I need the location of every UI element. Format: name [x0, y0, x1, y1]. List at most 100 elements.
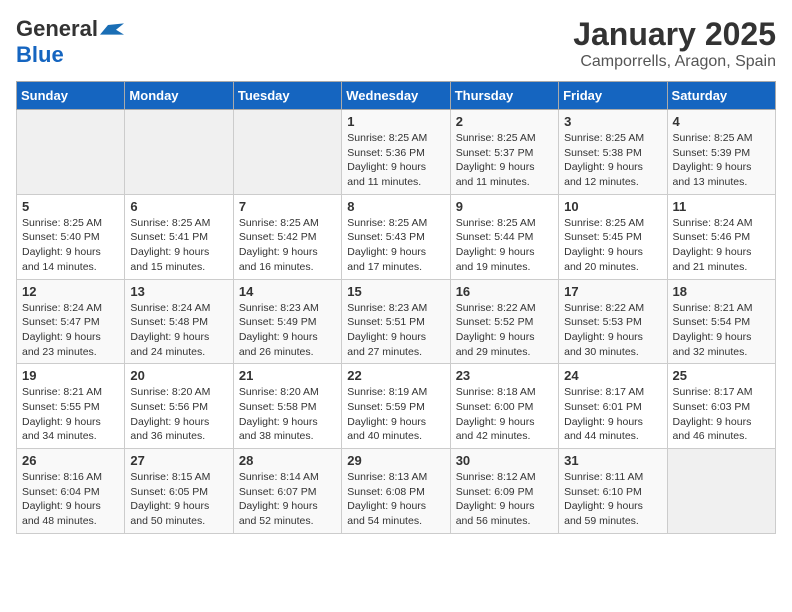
calendar-cell: 24 Sunrise: 8:17 AM Sunset: 6:01 PM Dayli…	[559, 364, 667, 449]
month-title: January 2025	[573, 16, 776, 53]
logo-blue: Blue	[16, 42, 64, 67]
calendar-cell: 6 Sunrise: 8:25 AM Sunset: 5:41 PM Daylig…	[125, 194, 233, 279]
calendar-cell: 9 Sunrise: 8:25 AM Sunset: 5:44 PM Daylig…	[450, 194, 558, 279]
day-number: 16	[456, 284, 553, 299]
calendar-cell: 28 Sunrise: 8:14 AM Sunset: 6:07 PM Dayli…	[233, 449, 341, 534]
day-number: 17	[564, 284, 661, 299]
day-info: Sunrise: 8:17 AM Sunset: 6:03 PM Dayligh…	[673, 385, 770, 444]
calendar-cell: 5 Sunrise: 8:25 AM Sunset: 5:40 PM Daylig…	[17, 194, 125, 279]
calendar-cell	[233, 110, 341, 195]
day-info: Sunrise: 8:24 AM Sunset: 5:48 PM Dayligh…	[130, 301, 227, 360]
col-header-wednesday: Wednesday	[342, 82, 450, 110]
day-info: Sunrise: 8:20 AM Sunset: 5:56 PM Dayligh…	[130, 385, 227, 444]
logo: General Blue	[16, 16, 124, 68]
calendar-cell: 14Sunrise: 8:23 AM Sunset: 5:49 PM Dayli…	[233, 279, 341, 364]
calendar-cell: 27 Sunrise: 8:15 AM Sunset: 6:05 PM Dayli…	[125, 449, 233, 534]
calendar-cell: 8 Sunrise: 8:25 AM Sunset: 5:43 PM Daylig…	[342, 194, 450, 279]
day-info: Sunrise: 8:21 AM Sunset: 5:55 PM Dayligh…	[22, 385, 119, 444]
day-info: Sunrise: 8:11 AM Sunset: 6:10 PM Dayligh…	[564, 470, 661, 529]
day-info: Sunrise: 8:25 AM Sunset: 5:40 PM Dayligh…	[22, 216, 119, 275]
day-number: 7	[239, 199, 336, 214]
day-number: 15	[347, 284, 444, 299]
day-info: Sunrise: 8:25 AM Sunset: 5:41 PM Dayligh…	[130, 216, 227, 275]
day-info: Sunrise: 8:19 AM Sunset: 5:59 PM Dayligh…	[347, 385, 444, 444]
day-number: 9	[456, 199, 553, 214]
calendar-cell: 25 Sunrise: 8:17 AM Sunset: 6:03 PM Dayli…	[667, 364, 775, 449]
day-number: 29	[347, 453, 444, 468]
day-info: Sunrise: 8:24 AM Sunset: 5:47 PM Dayligh…	[22, 301, 119, 360]
day-number: 5	[22, 199, 119, 214]
day-number: 25	[673, 368, 770, 383]
calendar-cell: 26 Sunrise: 8:16 AM Sunset: 6:04 PM Dayli…	[17, 449, 125, 534]
calendar-cell: 29 Sunrise: 8:13 AM Sunset: 6:08 PM Dayli…	[342, 449, 450, 534]
day-number: 20	[130, 368, 227, 383]
day-number: 1	[347, 114, 444, 129]
day-number: 24	[564, 368, 661, 383]
day-number: 4	[673, 114, 770, 129]
day-info: Sunrise: 8:24 AM Sunset: 5:46 PM Dayligh…	[673, 216, 770, 275]
day-number: 26	[22, 453, 119, 468]
calendar-cell: 23 Sunrise: 8:18 AM Sunset: 6:00 PM Dayli…	[450, 364, 558, 449]
day-info: Sunrise: 8:18 AM Sunset: 6:00 PM Dayligh…	[456, 385, 553, 444]
calendar-cell: 7 Sunrise: 8:25 AM Sunset: 5:42 PM Daylig…	[233, 194, 341, 279]
day-info: Sunrise: 8:25 AM Sunset: 5:42 PM Dayligh…	[239, 216, 336, 275]
title-block: January 2025 Camporrells, Aragon, Spain	[573, 16, 776, 71]
day-info: Sunrise: 8:25 AM Sunset: 5:45 PM Dayligh…	[564, 216, 661, 275]
calendar-cell: 13Sunrise: 8:24 AM Sunset: 5:48 PM Dayli…	[125, 279, 233, 364]
day-info: Sunrise: 8:25 AM Sunset: 5:39 PM Dayligh…	[673, 131, 770, 190]
calendar-cell: 3 Sunrise: 8:25 AM Sunset: 5:38 PM Daylig…	[559, 110, 667, 195]
calendar-cell: 2 Sunrise: 8:25 AM Sunset: 5:37 PM Daylig…	[450, 110, 558, 195]
day-info: Sunrise: 8:25 AM Sunset: 5:38 PM Dayligh…	[564, 131, 661, 190]
day-number: 18	[673, 284, 770, 299]
day-info: Sunrise: 8:15 AM Sunset: 6:05 PM Dayligh…	[130, 470, 227, 529]
day-info: Sunrise: 8:21 AM Sunset: 5:54 PM Dayligh…	[673, 301, 770, 360]
calendar-cell: 21Sunrise: 8:20 AM Sunset: 5:58 PM Dayli…	[233, 364, 341, 449]
day-number: 12	[22, 284, 119, 299]
calendar-table: SundayMondayTuesdayWednesdayThursdayFrid…	[16, 81, 776, 534]
day-info: Sunrise: 8:25 AM Sunset: 5:37 PM Dayligh…	[456, 131, 553, 190]
day-number: 10	[564, 199, 661, 214]
calendar-cell: 10 Sunrise: 8:25 AM Sunset: 5:45 PM Dayli…	[559, 194, 667, 279]
day-number: 22	[347, 368, 444, 383]
calendar-cell: 17Sunrise: 8:22 AM Sunset: 5:53 PM Dayli…	[559, 279, 667, 364]
calendar-cell: 12 Sunrise: 8:24 AM Sunset: 5:47 PM Dayli…	[17, 279, 125, 364]
calendar-cell: 15Sunrise: 8:23 AM Sunset: 5:51 PM Dayli…	[342, 279, 450, 364]
calendar-cell	[667, 449, 775, 534]
col-header-friday: Friday	[559, 82, 667, 110]
day-number: 2	[456, 114, 553, 129]
day-number: 3	[564, 114, 661, 129]
day-info: Sunrise: 8:25 AM Sunset: 5:44 PM Dayligh…	[456, 216, 553, 275]
day-number: 30	[456, 453, 553, 468]
calendar-cell: 16Sunrise: 8:22 AM Sunset: 5:52 PM Dayli…	[450, 279, 558, 364]
day-number: 8	[347, 199, 444, 214]
calendar-cell: 4 Sunrise: 8:25 AM Sunset: 5:39 PM Daylig…	[667, 110, 775, 195]
day-info: Sunrise: 8:25 AM Sunset: 5:43 PM Dayligh…	[347, 216, 444, 275]
col-header-sunday: Sunday	[17, 82, 125, 110]
day-number: 23	[456, 368, 553, 383]
col-header-tuesday: Tuesday	[233, 82, 341, 110]
day-info: Sunrise: 8:12 AM Sunset: 6:09 PM Dayligh…	[456, 470, 553, 529]
day-info: Sunrise: 8:23 AM Sunset: 5:49 PM Dayligh…	[239, 301, 336, 360]
header: General Blue January 2025 Camporrells, A…	[16, 16, 776, 71]
day-number: 27	[130, 453, 227, 468]
logo-general: General	[16, 16, 98, 42]
logo-bird-icon	[100, 23, 124, 35]
day-number: 21	[239, 368, 336, 383]
calendar-cell: 20 Sunrise: 8:20 AM Sunset: 5:56 PM Dayli…	[125, 364, 233, 449]
day-info: Sunrise: 8:25 AM Sunset: 5:36 PM Dayligh…	[347, 131, 444, 190]
location-title: Camporrells, Aragon, Spain	[573, 53, 776, 71]
calendar-cell: 31 Sunrise: 8:11 AM Sunset: 6:10 PM Dayli…	[559, 449, 667, 534]
day-info: Sunrise: 8:14 AM Sunset: 6:07 PM Dayligh…	[239, 470, 336, 529]
calendar-cell	[125, 110, 233, 195]
day-number: 6	[130, 199, 227, 214]
day-info: Sunrise: 8:16 AM Sunset: 6:04 PM Dayligh…	[22, 470, 119, 529]
calendar-cell: 11 Sunrise: 8:24 AM Sunset: 5:46 PM Dayli…	[667, 194, 775, 279]
day-info: Sunrise: 8:17 AM Sunset: 6:01 PM Dayligh…	[564, 385, 661, 444]
calendar-cell	[17, 110, 125, 195]
day-number: 31	[564, 453, 661, 468]
col-header-monday: Monday	[125, 82, 233, 110]
day-info: Sunrise: 8:13 AM Sunset: 6:08 PM Dayligh…	[347, 470, 444, 529]
day-number: 28	[239, 453, 336, 468]
calendar-cell: 19Sunrise: 8:21 AM Sunset: 5:55 PM Dayli…	[17, 364, 125, 449]
day-number: 11	[673, 199, 770, 214]
